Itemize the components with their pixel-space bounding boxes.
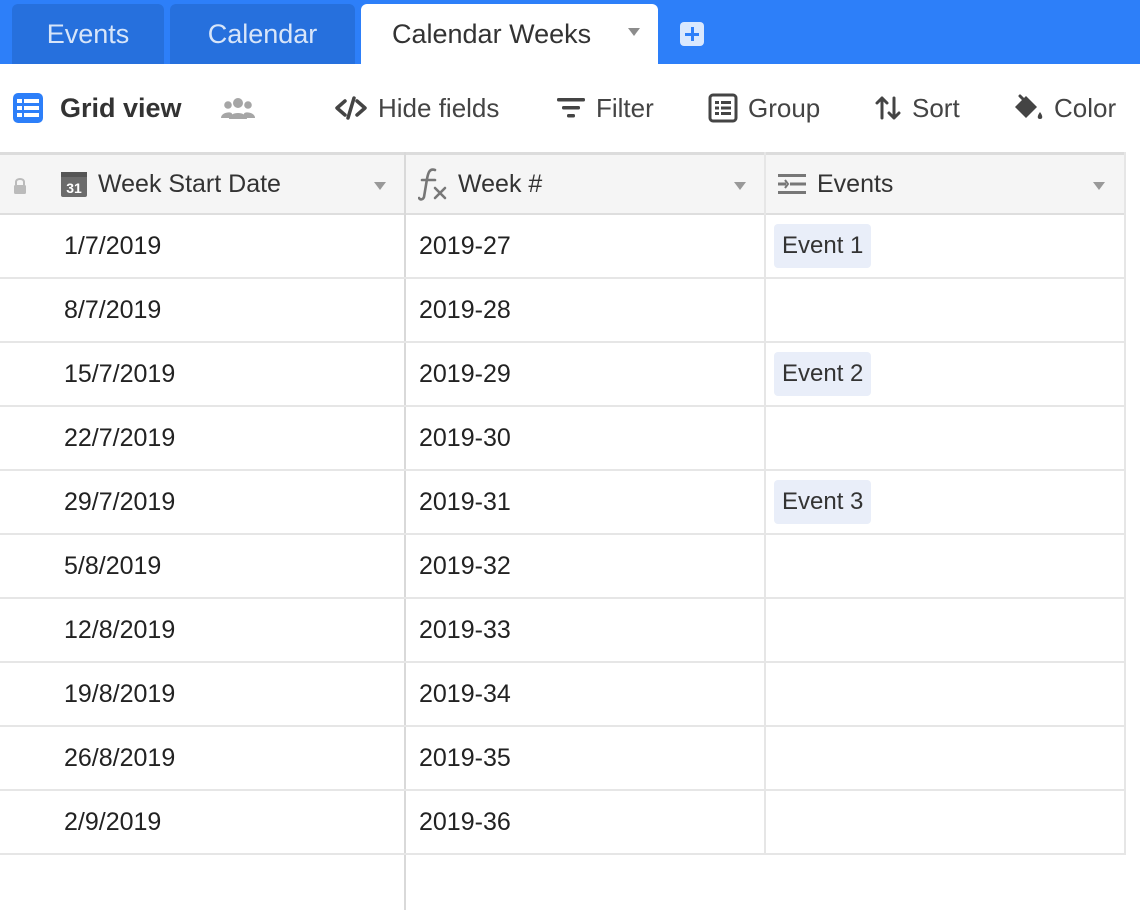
- column-header-label: Week Start Date: [98, 169, 281, 198]
- table-row[interactable]: 8/7/2019 2019-28: [0, 279, 1126, 343]
- cell-week-start-date[interactable]: 26/8/2019: [64, 727, 175, 789]
- grid-view-icon: [13, 93, 43, 123]
- group-label: Group: [748, 92, 821, 123]
- tab-calendar-label: Calendar: [207, 18, 318, 49]
- cell-week-start-date[interactable]: 12/8/2019: [64, 599, 175, 661]
- group-icon: [708, 93, 738, 123]
- column-header-week-start-date[interactable]: 31 Week Start Date: [60, 155, 404, 213]
- event-pill[interactable]: Event 1: [774, 224, 872, 268]
- tab-calendar-weeks[interactable]: Calendar Weeks: [361, 4, 658, 64]
- column-header-events[interactable]: Events: [777, 155, 1125, 213]
- cell-events[interactable]: Event 3: [774, 471, 872, 533]
- hide-fields-button[interactable]: Hide fields: [334, 88, 499, 128]
- grid-header-row: 31 Week Start Date Week # Events: [0, 152, 1126, 215]
- sort-icon: [875, 96, 901, 120]
- formula-field-icon: [418, 168, 447, 201]
- table-row[interactable]: 29/7/2019 2019-31 Event 3: [0, 471, 1126, 535]
- table-row[interactable]: 5/8/2019 2019-32: [0, 535, 1126, 599]
- view-switcher-button[interactable]: Grid view: [12, 88, 182, 128]
- people-icon: [221, 98, 255, 119]
- event-pill[interactable]: Event 2: [774, 352, 872, 396]
- group-button[interactable]: Group: [708, 88, 820, 128]
- view-name: Grid view: [60, 92, 182, 123]
- sort-label: Sort: [912, 92, 960, 123]
- cell-week-start-date[interactable]: 2/9/2019: [64, 791, 161, 853]
- color-label: Color: [1054, 92, 1117, 123]
- cell-week-number[interactable]: 2019-31: [419, 471, 511, 533]
- cell-week-number[interactable]: 2019-30: [419, 407, 511, 469]
- cell-week-number[interactable]: 2019-27: [419, 215, 511, 277]
- paint-bucket-icon: [1015, 94, 1043, 119]
- linked-record-field-icon: [778, 174, 806, 194]
- tab-events-label: Events: [46, 18, 130, 49]
- date-field-icon: 31: [61, 172, 87, 197]
- column-header-week-number[interactable]: Week #: [418, 155, 764, 213]
- table-row[interactable]: 19/8/2019 2019-34: [0, 663, 1126, 727]
- hide-fields-label: Hide fields: [378, 92, 500, 123]
- column-menu-caret-icon[interactable]: [734, 182, 746, 190]
- cell-week-start-date[interactable]: 19/8/2019: [64, 663, 175, 725]
- event-pill[interactable]: Event 3: [774, 480, 872, 524]
- column-menu-caret-icon[interactable]: [374, 182, 386, 190]
- lock-icon: [12, 177, 28, 200]
- cell-week-number[interactable]: 2019-34: [419, 663, 511, 725]
- svg-text:31: 31: [66, 180, 82, 196]
- cell-week-start-date[interactable]: 22/7/2019: [64, 407, 175, 469]
- tab-calendar-weeks-label: Calendar Weeks: [392, 18, 592, 49]
- cell-week-start-date[interactable]: 5/8/2019: [64, 535, 161, 597]
- column-menu-caret-icon[interactable]: [1093, 182, 1105, 190]
- column-header-label: Week #: [458, 169, 543, 198]
- filter-button[interactable]: Filter: [556, 88, 654, 128]
- cell-events[interactable]: Event 1: [774, 215, 872, 277]
- cell-week-number[interactable]: 2019-32: [419, 535, 511, 597]
- cell-events[interactable]: Event 2: [774, 343, 872, 405]
- tab-menu-caret-icon[interactable]: [628, 28, 640, 36]
- sort-button[interactable]: Sort: [874, 88, 960, 128]
- table-row[interactable]: 22/7/2019 2019-30: [0, 407, 1126, 471]
- table-row[interactable]: 26/8/2019 2019-35: [0, 727, 1126, 791]
- cell-week-start-date[interactable]: 1/7/2019: [64, 215, 161, 277]
- filter-icon: [557, 98, 585, 118]
- cell-week-start-date[interactable]: 8/7/2019: [64, 279, 161, 341]
- hide-fields-icon: [335, 96, 367, 120]
- table-row[interactable]: 12/8/2019 2019-33: [0, 599, 1126, 663]
- column-header-label: Events: [817, 169, 894, 198]
- cell-week-number[interactable]: 2019-28: [419, 279, 511, 341]
- tab-calendar[interactable]: Calendar: [170, 4, 355, 64]
- color-button[interactable]: Color: [1012, 88, 1116, 128]
- table-row[interactable]: 1/7/2019 2019-27 Event 1: [0, 215, 1126, 279]
- records-grid: 31 Week Start Date Week # Events 1/7/201…: [0, 152, 1140, 910]
- cell-week-start-date[interactable]: 15/7/2019: [64, 343, 175, 405]
- tab-events[interactable]: Events: [12, 4, 164, 64]
- add-table-button[interactable]: [680, 22, 704, 46]
- cell-week-number[interactable]: 2019-35: [419, 727, 511, 789]
- cell-week-number[interactable]: 2019-36: [419, 791, 511, 853]
- table-row[interactable]: 15/7/2019 2019-29 Event 2: [0, 343, 1126, 407]
- filter-label: Filter: [596, 92, 654, 123]
- table-row[interactable]: 2/9/2019 2019-36: [0, 791, 1126, 855]
- cell-week-start-date[interactable]: 29/7/2019: [64, 471, 175, 533]
- cell-week-number[interactable]: 2019-33: [419, 599, 511, 661]
- collaborators-button[interactable]: [220, 88, 256, 128]
- view-toolbar: Grid view Hide fields Filter Group Sort …: [0, 64, 1140, 152]
- cell-week-number[interactable]: 2019-29: [419, 343, 511, 405]
- table-tab-bar: Events Calendar Calendar Weeks: [0, 0, 1140, 64]
